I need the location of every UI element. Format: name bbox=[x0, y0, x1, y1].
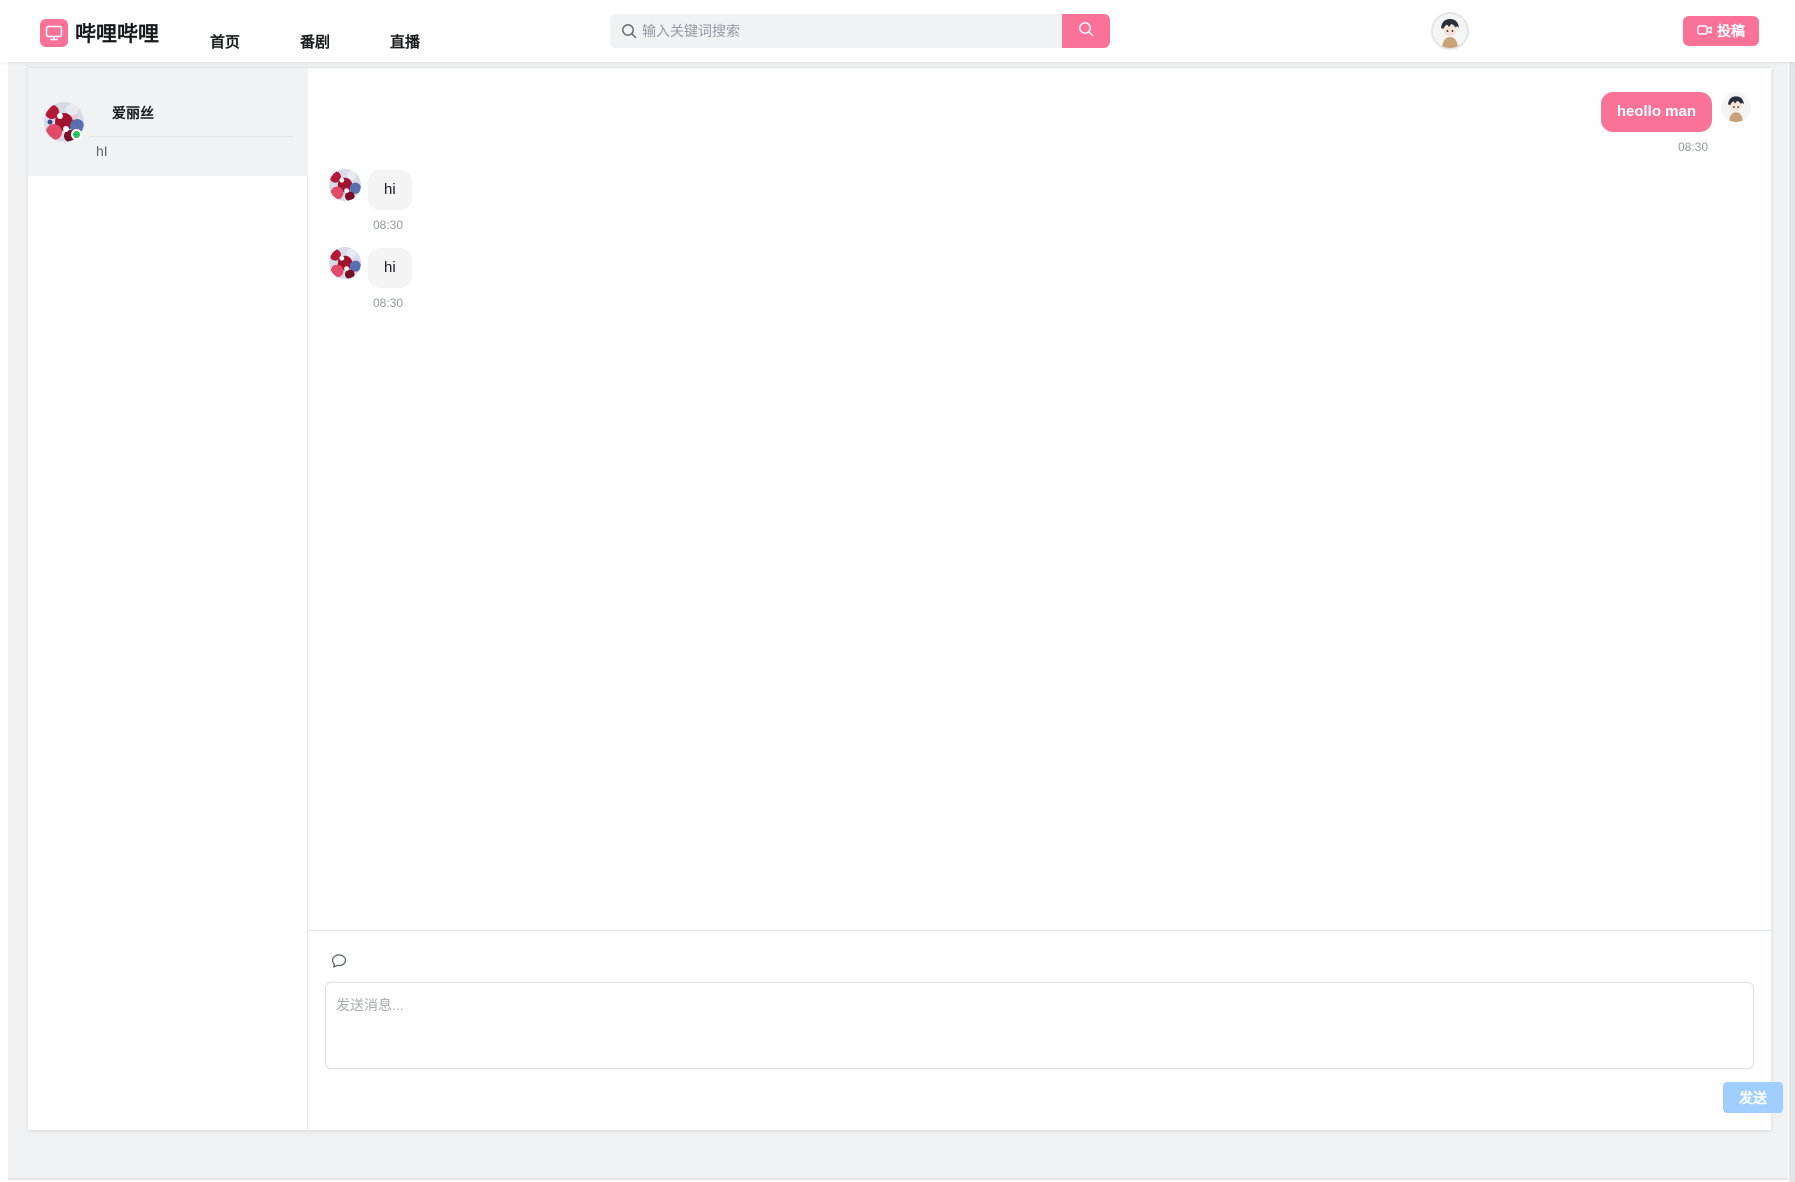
upload-button[interactable]: 投稿 bbox=[1683, 16, 1759, 46]
nav-live[interactable]: 直播 bbox=[390, 31, 420, 52]
contact-avatar bbox=[329, 169, 361, 201]
search-icon bbox=[621, 23, 637, 44]
contact-name: 爱丽丝 bbox=[112, 105, 154, 121]
tv-icon bbox=[40, 19, 68, 47]
user-avatar[interactable] bbox=[1431, 12, 1469, 50]
top-header: 哔哩哔哩 首页 番剧 直播 投稿 bbox=[0, 0, 1795, 62]
contact-avatar bbox=[329, 247, 361, 279]
online-indicator bbox=[71, 129, 82, 140]
message-composer: 发送 bbox=[309, 930, 1783, 1131]
nav-home[interactable]: 首页 bbox=[210, 31, 240, 52]
message-bubble: hi bbox=[368, 248, 412, 288]
divider bbox=[8, 1178, 1788, 1180]
chat-panel: 爱丽丝 hI heollo man 08:30 hi 08:30 hi 08:3… bbox=[28, 67, 1783, 1131]
search-icon bbox=[1078, 21, 1094, 42]
logo[interactable]: 哔哩哔哩 bbox=[40, 18, 159, 48]
search-input[interactable] bbox=[642, 14, 1062, 48]
contact-list: 爱丽丝 hI bbox=[28, 68, 308, 1131]
search-button[interactable] bbox=[1062, 14, 1110, 48]
send-button[interactable]: 发送 bbox=[1723, 1082, 1783, 1113]
message-time: 08:30 bbox=[373, 218, 404, 232]
conversation: heollo man 08:30 hi 08:30 hi 08:30 发送消息.… bbox=[309, 68, 1783, 1131]
nav-bangumi[interactable]: 番剧 bbox=[300, 31, 330, 52]
divider bbox=[90, 136, 293, 137]
message-outgoing: heollo man bbox=[1600, 92, 1712, 132]
message-time: 08:30 bbox=[373, 296, 404, 310]
chat-bubble-icon[interactable] bbox=[331, 953, 347, 974]
last-message-preview: hI bbox=[96, 143, 108, 159]
scrollbar-track[interactable] bbox=[1789, 0, 1795, 1182]
logo-text: 哔哩哔哩 bbox=[75, 23, 159, 46]
message-bubble: hi bbox=[368, 170, 412, 210]
contact-item[interactable]: 爱丽丝 hI bbox=[28, 68, 308, 176]
my-avatar bbox=[1721, 92, 1751, 122]
message-input[interactable] bbox=[325, 982, 1754, 1069]
search-bar bbox=[610, 14, 1110, 48]
message-bubble: heollo man bbox=[1600, 92, 1712, 132]
upload-label: 投稿 bbox=[1717, 23, 1745, 39]
message-time: 08:30 bbox=[1677, 140, 1708, 154]
video-camera-icon bbox=[1697, 23, 1712, 39]
